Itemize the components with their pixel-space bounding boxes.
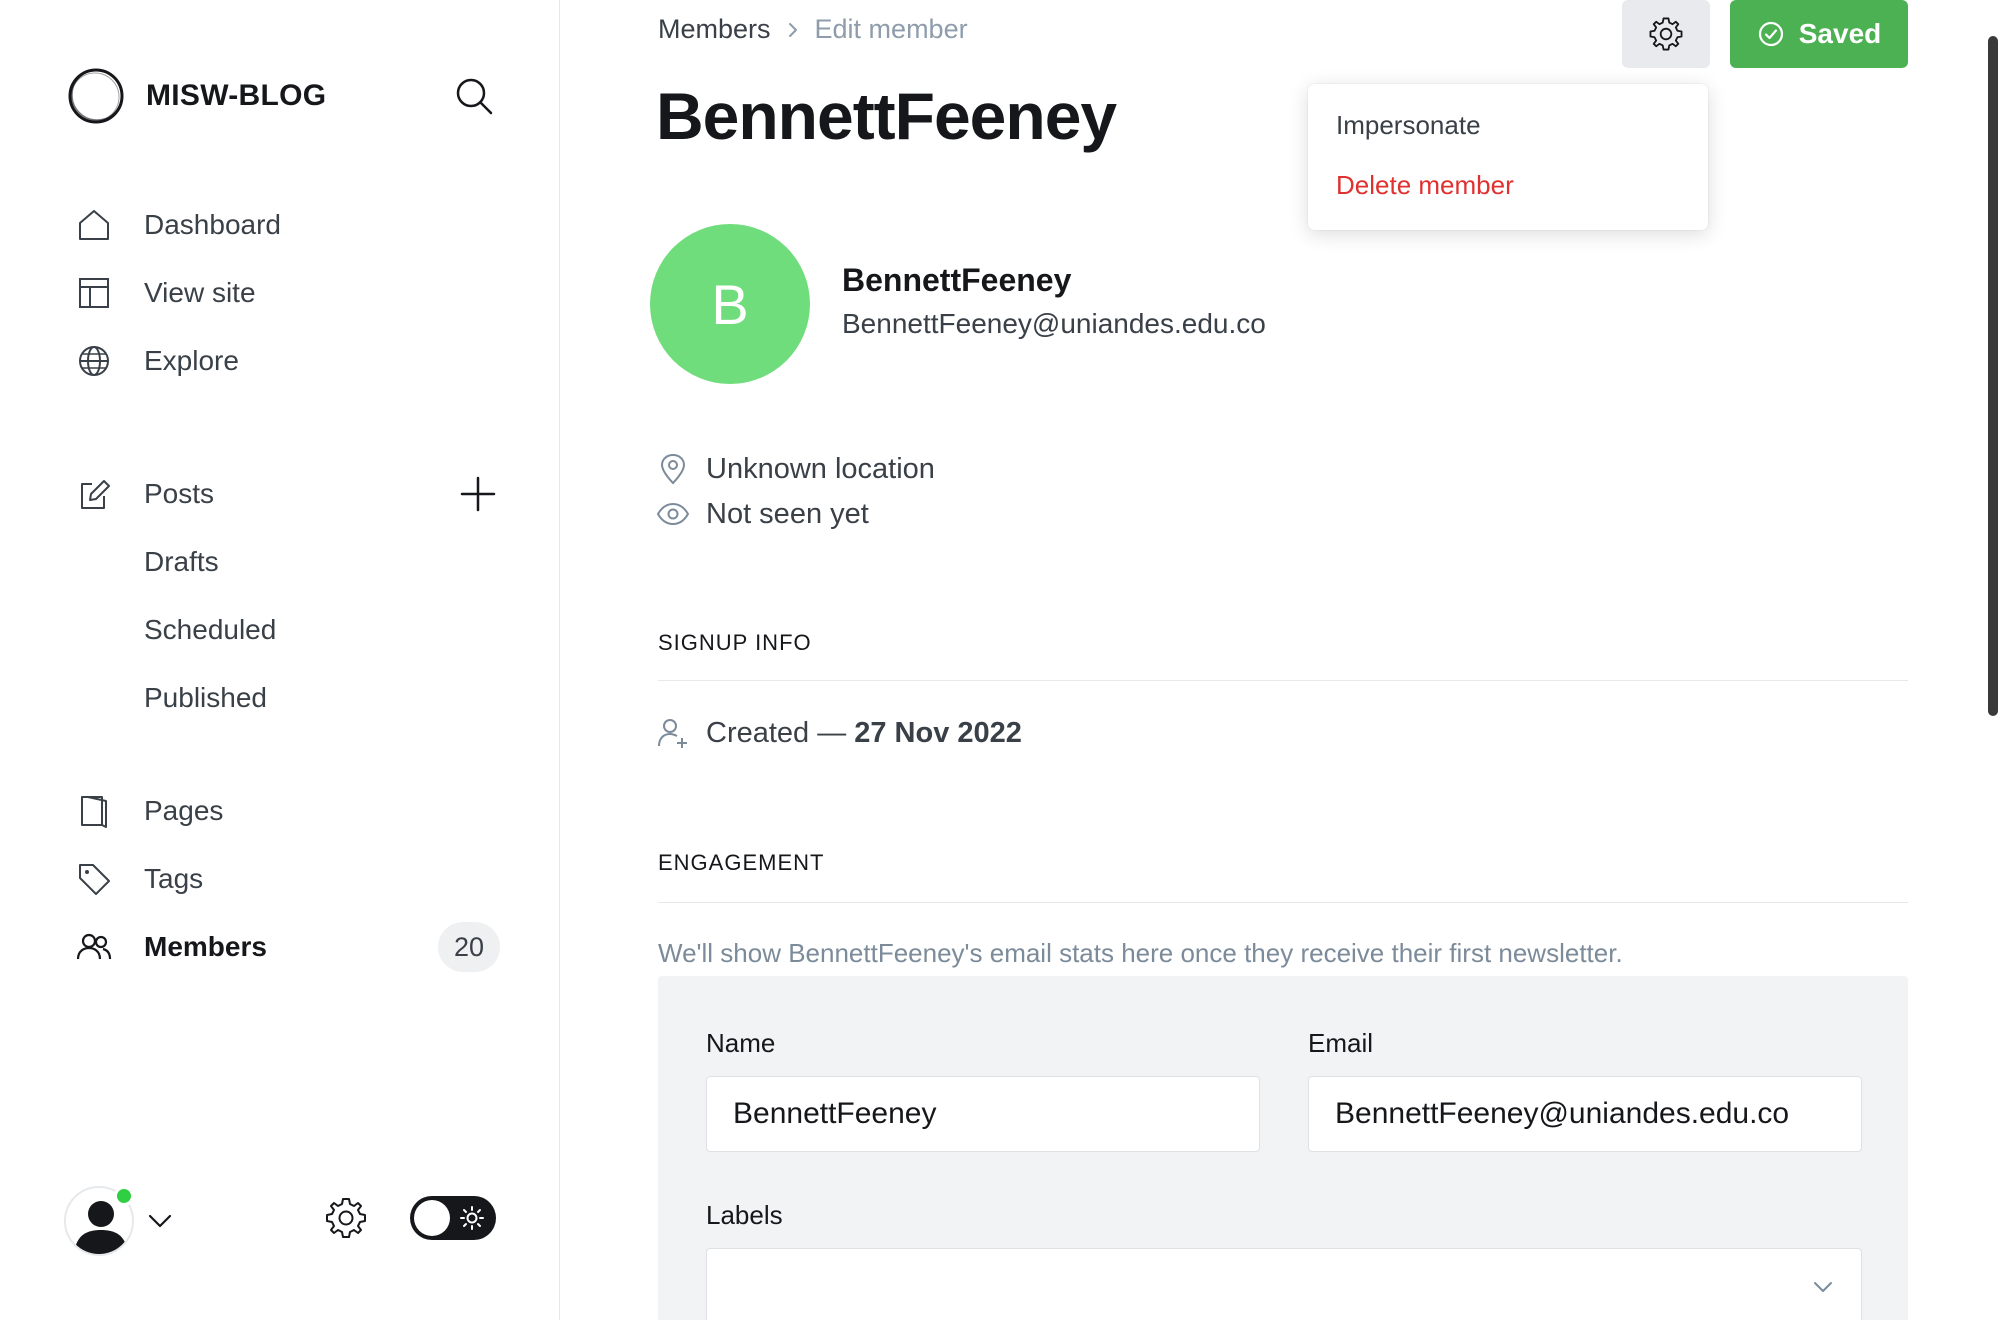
last-seen-row: Not seen yet — [656, 497, 869, 531]
nav-posts[interactable]: Posts — [76, 469, 214, 519]
location-pin-icon — [660, 453, 686, 485]
nav-explore[interactable]: Explore — [76, 336, 239, 386]
created-prefix: Created — — [706, 716, 847, 749]
nav-explore-label: Explore — [144, 345, 239, 376]
engagement-note: We'll show BennettFeeney's email stats h… — [658, 938, 1623, 968]
location-text: Unknown location — [706, 452, 935, 485]
last-seen-text: Not seen yet — [706, 497, 869, 530]
member-actions-dropdown: Impersonate Delete member — [1308, 84, 1708, 230]
impersonate-menu-item[interactable]: Impersonate — [1336, 110, 1481, 141]
settings-gear-icon[interactable] — [324, 1196, 368, 1240]
signup-info-heading: SIGNUP INFO — [658, 630, 812, 655]
member-avatar: B — [650, 224, 810, 384]
chevron-down-icon — [1814, 1282, 1832, 1292]
nav-tags[interactable]: Tags — [76, 854, 203, 904]
nav-published-label: Published — [144, 682, 267, 713]
members-icon — [76, 933, 112, 960]
email-input[interactable]: BennettFeeney@uniandes.edu.co — [1308, 1076, 1862, 1152]
tag-icon — [79, 864, 110, 895]
nav-dashboard-label: Dashboard — [144, 209, 281, 240]
new-post-plus-icon[interactable] — [458, 474, 498, 514]
user-add-icon — [658, 719, 687, 748]
engagement-heading: ENGAGEMENT — [658, 850, 825, 875]
member-name: BennettFeeney — [842, 262, 1072, 298]
member-form: Name BennettFeeney Email BennettFeeney@u… — [658, 976, 1908, 1320]
name-input[interactable]: BennettFeeney — [706, 1076, 1260, 1152]
breadcrumb: Members Edit member — [658, 14, 968, 45]
page-title: BennettFeeney — [656, 79, 1117, 153]
home-icon — [79, 210, 109, 240]
labels-label: Labels — [706, 1200, 783, 1230]
brand[interactable]: MISW-BLOG — [66, 66, 326, 126]
members-count-badge: 20 — [438, 922, 500, 972]
member-email: BennettFeeney@uniandes.edu.co — [842, 308, 1266, 339]
nav-scheduled-label: Scheduled — [144, 614, 277, 645]
nav-pages-label: Pages — [144, 795, 224, 826]
sun-icon — [460, 1206, 484, 1230]
created-date: 27 Nov 2022 — [854, 716, 1022, 749]
email-label: Email — [1308, 1028, 1374, 1058]
labels-select[interactable] — [706, 1248, 1862, 1320]
name-label: Name — [706, 1028, 776, 1058]
engagement-divider — [658, 902, 1908, 903]
saved-button[interactable]: Saved — [1730, 0, 1908, 68]
signup-divider — [658, 680, 1908, 681]
online-status-dot — [114, 1186, 134, 1206]
check-circle-icon — [1758, 21, 1783, 47]
breadcrumb-current: Edit member — [814, 14, 968, 44]
nav-dashboard[interactable]: Dashboard — [76, 200, 281, 250]
layout-icon — [79, 278, 109, 308]
delete-member-menu-item[interactable]: Delete member — [1336, 170, 1514, 201]
nav-posts-label: Posts — [144, 478, 215, 509]
eye-icon — [656, 502, 690, 526]
gear-icon — [1649, 17, 1683, 51]
nav-tags-label: Tags — [144, 863, 204, 894]
search-icon[interactable] — [452, 74, 496, 118]
nav-view-site-label: View site — [144, 277, 256, 308]
theme-toggle[interactable] — [410, 1196, 496, 1240]
nav-view-site[interactable]: View site — [76, 268, 256, 318]
site-name: MISW-BLOG — [146, 79, 327, 112]
member-actions-button[interactable] — [1622, 0, 1710, 68]
scrollbar-thumb[interactable] — [1988, 36, 1998, 716]
chevron-right-icon — [788, 22, 797, 37]
pages-icon — [81, 796, 107, 828]
nav-drafts-label: Drafts — [144, 546, 219, 577]
edit-icon — [81, 480, 110, 509]
nav-pages[interactable]: Pages — [76, 786, 223, 836]
saved-button-label: Saved — [1798, 18, 1882, 49]
toggle-knob — [414, 1200, 450, 1236]
nav-members-label: Members — [144, 931, 267, 962]
created-row: Created — 27 Nov 2022 — [656, 716, 1022, 750]
sidebar: MISW-BLOG Dashboard View site Explore Po… — [0, 0, 560, 1320]
breadcrumb-members-link[interactable]: Members — [658, 14, 771, 45]
location-row: Unknown location — [656, 452, 935, 486]
site-logo-icon — [68, 68, 124, 124]
globe-icon — [79, 346, 109, 376]
nav-members[interactable]: Members — [76, 922, 267, 972]
chevron-down-icon[interactable] — [146, 1206, 174, 1234]
